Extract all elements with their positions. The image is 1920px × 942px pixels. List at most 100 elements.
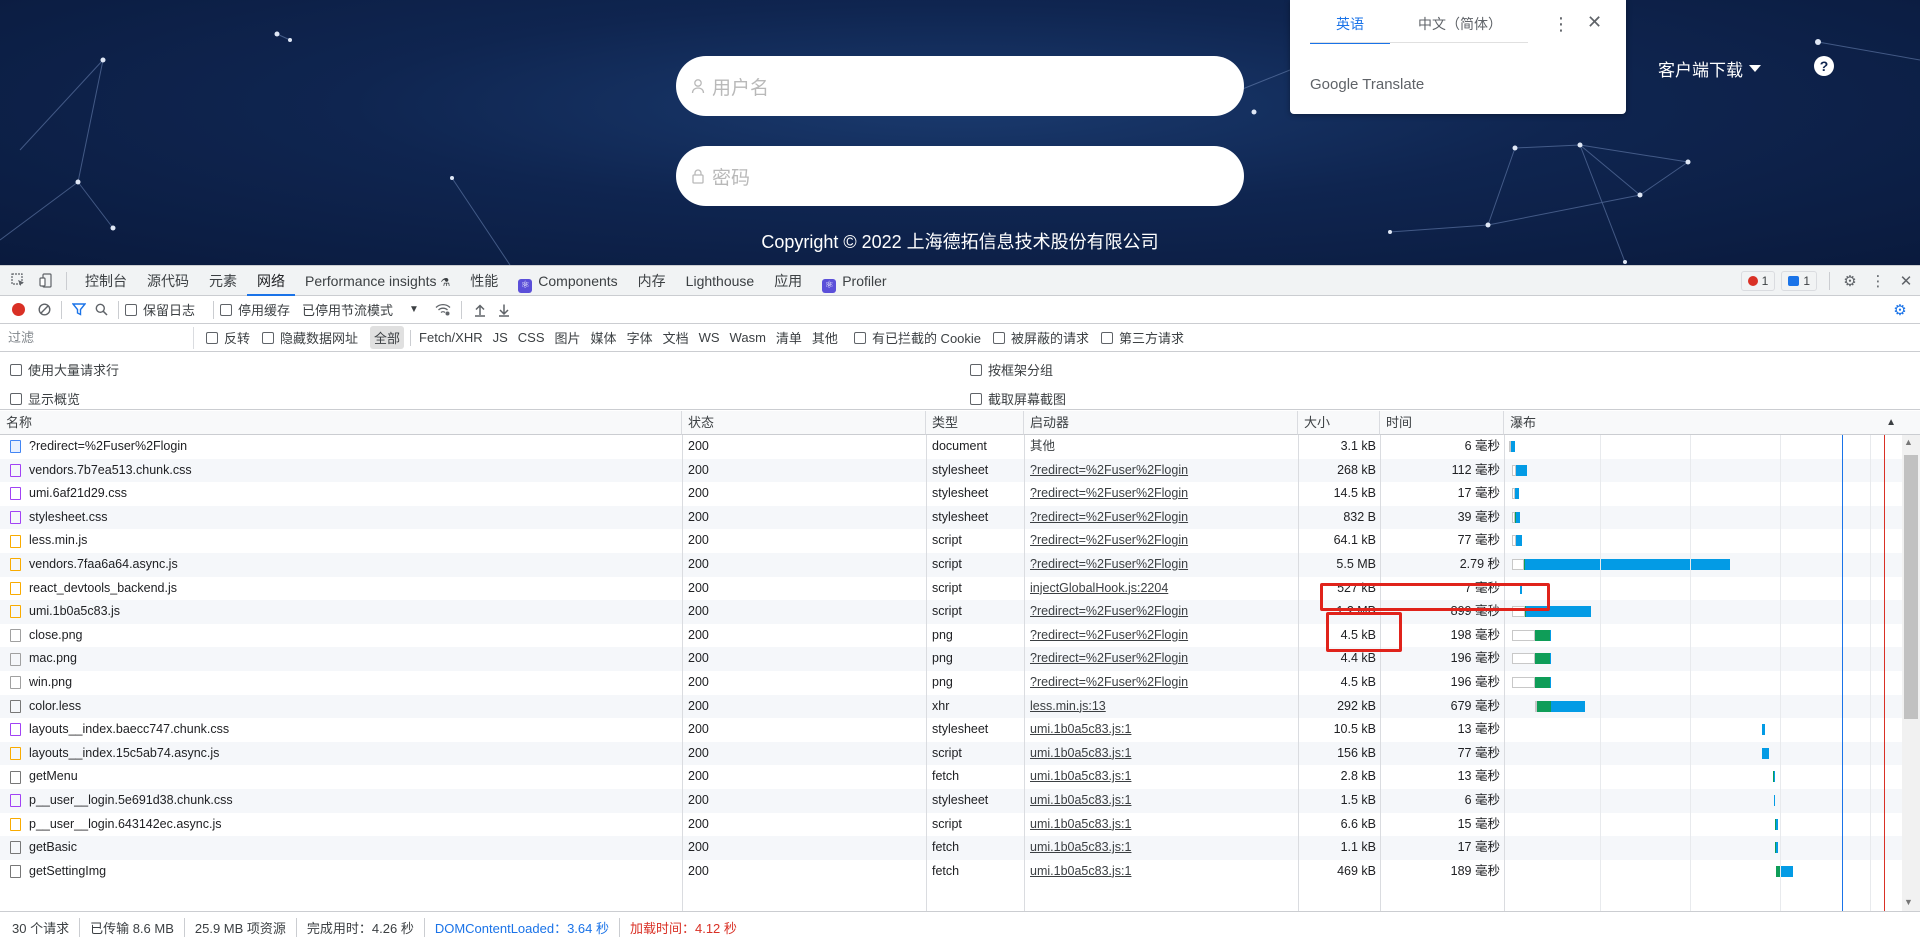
invert-checkbox[interactable]: 反转 [206,328,250,347]
translate-tab-english[interactable]: 英语 [1310,14,1390,44]
username-input[interactable]: 用户名 [676,56,1244,116]
filter-type-all[interactable]: 全部 [370,326,405,349]
table-row[interactable]: win.png 200 png ?redirect=%2Fuser%2Flogin 4.… [0,671,1902,695]
request-initiator[interactable]: less.min.js:13 [1030,695,1290,719]
device-toolbar-icon[interactable] [32,266,60,296]
network-settings-gear-icon[interactable]: ⚙ [1886,295,1914,325]
table-row[interactable]: umi.1b0a5c83.js 200 script ?redirect=%2Fuse… [0,600,1902,624]
column-header-initiator[interactable]: 启动器 [1024,411,1298,435]
request-initiator[interactable]: ?redirect=%2Fuser%2Flogin [1030,647,1290,671]
request-initiator[interactable]: umi.1b0a5c83.js:1 [1030,718,1290,742]
request-initiator[interactable]: umi.1b0a5c83.js:1 [1030,789,1290,813]
request-initiator[interactable]: ?redirect=%2Fuser%2Flogin [1030,671,1290,695]
filter-type-ws[interactable]: WS [695,328,724,347]
disable-cache-checkbox[interactable]: 停用缓存 [220,300,290,319]
filter-type-media[interactable]: 媒体 [587,326,621,349]
request-initiator[interactable]: umi.1b0a5c83.js:1 [1030,813,1290,837]
capture-screenshots-checkbox[interactable]: 截取屏幕截图 [970,389,1066,408]
network-conditions-icon[interactable] [431,295,455,325]
more-options-icon[interactable]: ⋮ [1552,14,1570,35]
request-initiator[interactable]: ?redirect=%2Fuser%2Flogin [1030,624,1290,648]
blocked-cookies-checkbox[interactable]: 有已拦截的 Cookie [853,328,981,347]
filter-type-img[interactable]: 图片 [551,326,585,349]
request-initiator[interactable]: ?redirect=%2Fuser%2Flogin [1030,553,1290,577]
column-header-time[interactable]: 时间 [1380,411,1504,435]
show-overview-checkbox[interactable]: 显示概览 [10,389,80,408]
large-rows-checkbox[interactable]: 使用大量请求行 [10,360,119,379]
filter-input[interactable]: 过滤 [4,326,194,349]
throttling-select[interactable]: 已停用节流模式 ▼ [302,300,419,319]
settings-gear-icon[interactable]: ⚙ [1836,266,1864,296]
password-input[interactable]: 密码 [676,146,1244,206]
tab-performance[interactable]: 性能 [460,266,508,296]
search-icon[interactable] [90,295,112,325]
tab-elements[interactable]: 元素 [199,266,247,296]
table-row[interactable]: color.less 200 xhr less.min.js:13 292 kB 679 … [0,694,1902,719]
table-row[interactable]: close.png 200 png ?redirect=%2Fuser%2Flogin… [0,624,1902,648]
column-header-type[interactable]: 类型 [926,411,1024,435]
tab-lighthouse[interactable]: Lighthouse [676,266,765,296]
table-row[interactable]: umi.6af21d29.css 200 stylesheet ?redirect=%… [0,482,1902,506]
table-row[interactable]: less.min.js 200 script ?redirect=%2Fuser%2F… [0,529,1902,553]
close-icon[interactable]: ✕ [1587,12,1602,33]
column-header-size[interactable]: 大小 [1298,411,1380,435]
filter-type-other[interactable]: 其他 [808,326,842,349]
tab-console[interactable]: 控制台 [75,266,137,296]
message-count-badge[interactable]: 1 [1781,270,1817,291]
table-row[interactable]: vendors.7faa6a64.async.js 200 script ?redir… [0,553,1902,577]
table-row[interactable]: p__user__login.5e691d38.chunk.css 200 styl… [0,789,1902,813]
blocked-requests-checkbox[interactable]: 被屏蔽的请求 [993,328,1089,347]
table-row[interactable]: react_devtools_backend.js 200 script inject… [0,577,1902,601]
help-icon[interactable]: ? [1814,56,1834,76]
table-row[interactable]: getSettingImg 200 fetch umi.1b0a5c83.js:1 46… [0,860,1902,884]
request-initiator[interactable]: umi.1b0a5c83.js:1 [1030,742,1290,766]
request-initiator[interactable]: ?redirect=%2Fuser%2Flogin [1030,482,1290,506]
filter-type-manifest[interactable]: 清单 [772,326,806,349]
tab-network[interactable]: 网络 [247,266,295,296]
column-header-name[interactable]: 名称 [0,411,682,435]
more-menu-icon[interactable]: ⋮ [1864,266,1892,296]
table-row[interactable]: getBasic 200 fetch umi.1b0a5c83.js:1 1.1 kB 1… [0,836,1902,860]
request-initiator[interactable]: umi.1b0a5c83.js:1 [1030,860,1290,884]
error-count-badge[interactable]: 1 [1740,270,1776,291]
import-har-icon[interactable] [468,295,492,325]
clear-icon[interactable] [33,295,55,325]
request-initiator[interactable]: ?redirect=%2Fuser%2Flogin [1030,506,1290,530]
table-row[interactable]: vendors.7b7ea513.chunk.css 200 stylesheet?… [0,458,1902,483]
third-party-checkbox[interactable]: 第三方请求 [1101,328,1184,347]
table-row[interactable]: getMenu 200 fetch umi.1b0a5c83.js:1 2.8 kB 13… [0,765,1902,789]
inspect-element-icon[interactable] [4,266,32,296]
filter-type-wasm[interactable]: Wasm [726,328,770,347]
table-row[interactable]: layouts__index.15c5ab74.async.js 200 scrip… [0,741,1902,766]
filter-type-css[interactable]: CSS [514,328,549,347]
table-row[interactable]: stylesheet.css 200 stylesheet ?redirect=%2F… [0,505,1902,530]
request-initiator[interactable]: ?redirect=%2Fuser%2Flogin [1030,529,1290,553]
request-initiator[interactable]: umi.1b0a5c83.js:1 [1030,836,1290,860]
group-by-frame-checkbox[interactable]: 按框架分组 [970,360,1053,379]
table-row[interactable]: layouts__index.baecc747.chunk.css 200 styl… [0,718,1902,742]
tab-application[interactable]: 应用 [764,266,812,296]
tab-memory[interactable]: 内存 [628,266,676,296]
table-row[interactable]: ?redirect=%2Fuser%2Flogin 200 document 其他 3.… [0,435,1902,459]
tab-performance-insights[interactable]: Performance insights ⚗ [295,266,460,296]
request-initiator[interactable]: umi.1b0a5c83.js:1 [1030,765,1290,789]
tab-profiler[interactable]: ⚛ Profiler [812,266,896,296]
request-initiator[interactable]: ?redirect=%2Fuser%2Flogin [1030,600,1290,624]
scrollbar-thumb[interactable] [1904,455,1918,719]
column-header-status[interactable]: 状态 [682,411,926,435]
translate-tab-chinese[interactable]: 中文（简体） [1390,14,1530,44]
request-initiator[interactable]: ?redirect=%2Fuser%2Flogin [1030,459,1290,483]
filter-icon[interactable] [68,295,90,325]
client-download-menu[interactable]: 客户端下载 [1658,56,1761,81]
record-button[interactable] [12,303,25,316]
close-devtools-icon[interactable]: ✕ [1892,266,1920,296]
scroll-down-arrow-icon[interactable]: ▼ [1904,897,1913,907]
preserve-log-checkbox[interactable]: 保留日志 [125,300,195,319]
filter-type-fetch-xhr[interactable]: Fetch/XHR [415,328,487,347]
column-header-waterfall[interactable]: 瀑布 ▲ [1504,411,1902,435]
filter-type-js[interactable]: JS [489,328,512,347]
scroll-up-arrow-icon[interactable]: ▲ [1904,437,1913,447]
export-har-icon[interactable] [492,295,516,325]
filter-type-doc[interactable]: 文档 [659,326,693,349]
filter-type-font[interactable]: 字体 [623,326,657,349]
